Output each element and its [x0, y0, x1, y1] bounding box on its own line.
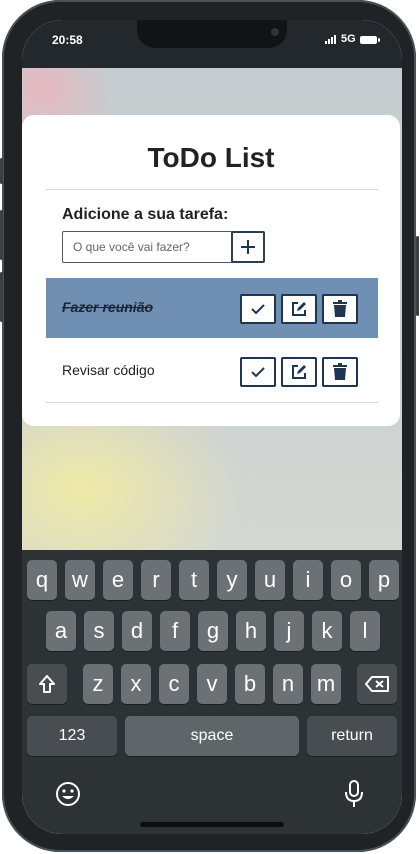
task-row: Revisar código [46, 341, 378, 401]
task-text: Revisar código [62, 362, 155, 378]
status-bar: 20:58 5G [22, 20, 402, 68]
microphone-button[interactable] [342, 778, 366, 810]
key-s[interactable]: s [84, 611, 114, 651]
camera-icon [271, 28, 279, 36]
key-p[interactable]: p [369, 560, 399, 600]
numbers-key[interactable]: 123 [27, 716, 117, 756]
key-o[interactable]: o [331, 560, 361, 600]
volume-down-button [0, 272, 3, 322]
edit-task-button[interactable] [281, 294, 317, 324]
key-d[interactable]: d [122, 611, 152, 651]
complete-task-button[interactable] [240, 357, 276, 387]
key-a[interactable]: a [46, 611, 76, 651]
key-v[interactable]: v [197, 664, 227, 704]
backspace-icon [365, 676, 389, 692]
add-task-label: Adicione a sua tarefa: [62, 206, 229, 223]
shift-key[interactable] [27, 664, 67, 704]
edit-task-button[interactable] [281, 357, 317, 387]
battery-icon [360, 36, 380, 44]
complete-task-button[interactable] [240, 294, 276, 324]
key-n[interactable]: n [273, 664, 303, 704]
task-text: Fazer reunião [62, 299, 154, 315]
power-button [416, 236, 419, 316]
delete-task-button[interactable] [322, 294, 358, 324]
return-key[interactable]: return [307, 716, 397, 756]
key-u[interactable]: u [255, 560, 285, 600]
emoji-icon [56, 782, 80, 806]
return-key-label: return [331, 727, 373, 744]
numbers-key-label: 123 [58, 727, 86, 744]
screen: 20:58 5G ToDo List Adicione a sua tarefa… [22, 20, 402, 834]
key-w[interactable]: w [65, 560, 95, 600]
mute-switch [0, 158, 3, 184]
key-q[interactable]: q [27, 560, 57, 600]
key-h[interactable]: h [236, 611, 266, 651]
key-r[interactable]: r [141, 560, 171, 600]
trash-icon [333, 300, 347, 317]
list-divider [46, 402, 378, 403]
key-y[interactable]: y [217, 560, 247, 600]
keyboard: q w e r t y u i o p a s d f g h j k l z … [22, 550, 402, 834]
add-task-button[interactable] [231, 231, 265, 263]
key-i[interactable]: i [293, 560, 323, 600]
key-f[interactable]: f [160, 611, 190, 651]
task-row: Fazer reunião [46, 278, 378, 338]
key-x[interactable]: x [121, 664, 151, 704]
key-j[interactable]: j [274, 611, 304, 651]
microphone-icon [345, 780, 363, 807]
trash-icon [333, 363, 347, 380]
edit-icon [292, 365, 306, 379]
plus-icon [241, 240, 255, 254]
key-b[interactable]: b [235, 664, 265, 704]
space-key-label: space [190, 727, 234, 744]
key-t[interactable]: t [179, 560, 209, 600]
check-icon [251, 367, 265, 378]
key-c[interactable]: c [159, 664, 189, 704]
app-title: ToDo List [147, 142, 275, 173]
key-e[interactable]: e [103, 560, 133, 600]
status-time: 20:58 [52, 33, 83, 47]
home-indicator[interactable] [140, 822, 284, 827]
shift-icon [39, 675, 55, 693]
signal-icon [325, 35, 336, 44]
emoji-button[interactable] [54, 780, 82, 808]
delete-task-button[interactable] [322, 357, 358, 387]
volume-up-button [0, 210, 3, 260]
task-input[interactable] [62, 231, 246, 263]
key-m[interactable]: m [311, 664, 341, 704]
space-key[interactable]: space [125, 716, 299, 756]
network-label: 5G [341, 33, 356, 45]
edit-icon [292, 302, 306, 316]
key-l[interactable]: l [350, 611, 380, 651]
key-z[interactable]: z [83, 664, 113, 704]
backspace-key[interactable] [357, 664, 397, 704]
notch [137, 20, 287, 48]
key-k[interactable]: k [312, 611, 342, 651]
check-icon [251, 304, 265, 315]
key-g[interactable]: g [198, 611, 228, 651]
title-divider [46, 189, 378, 190]
